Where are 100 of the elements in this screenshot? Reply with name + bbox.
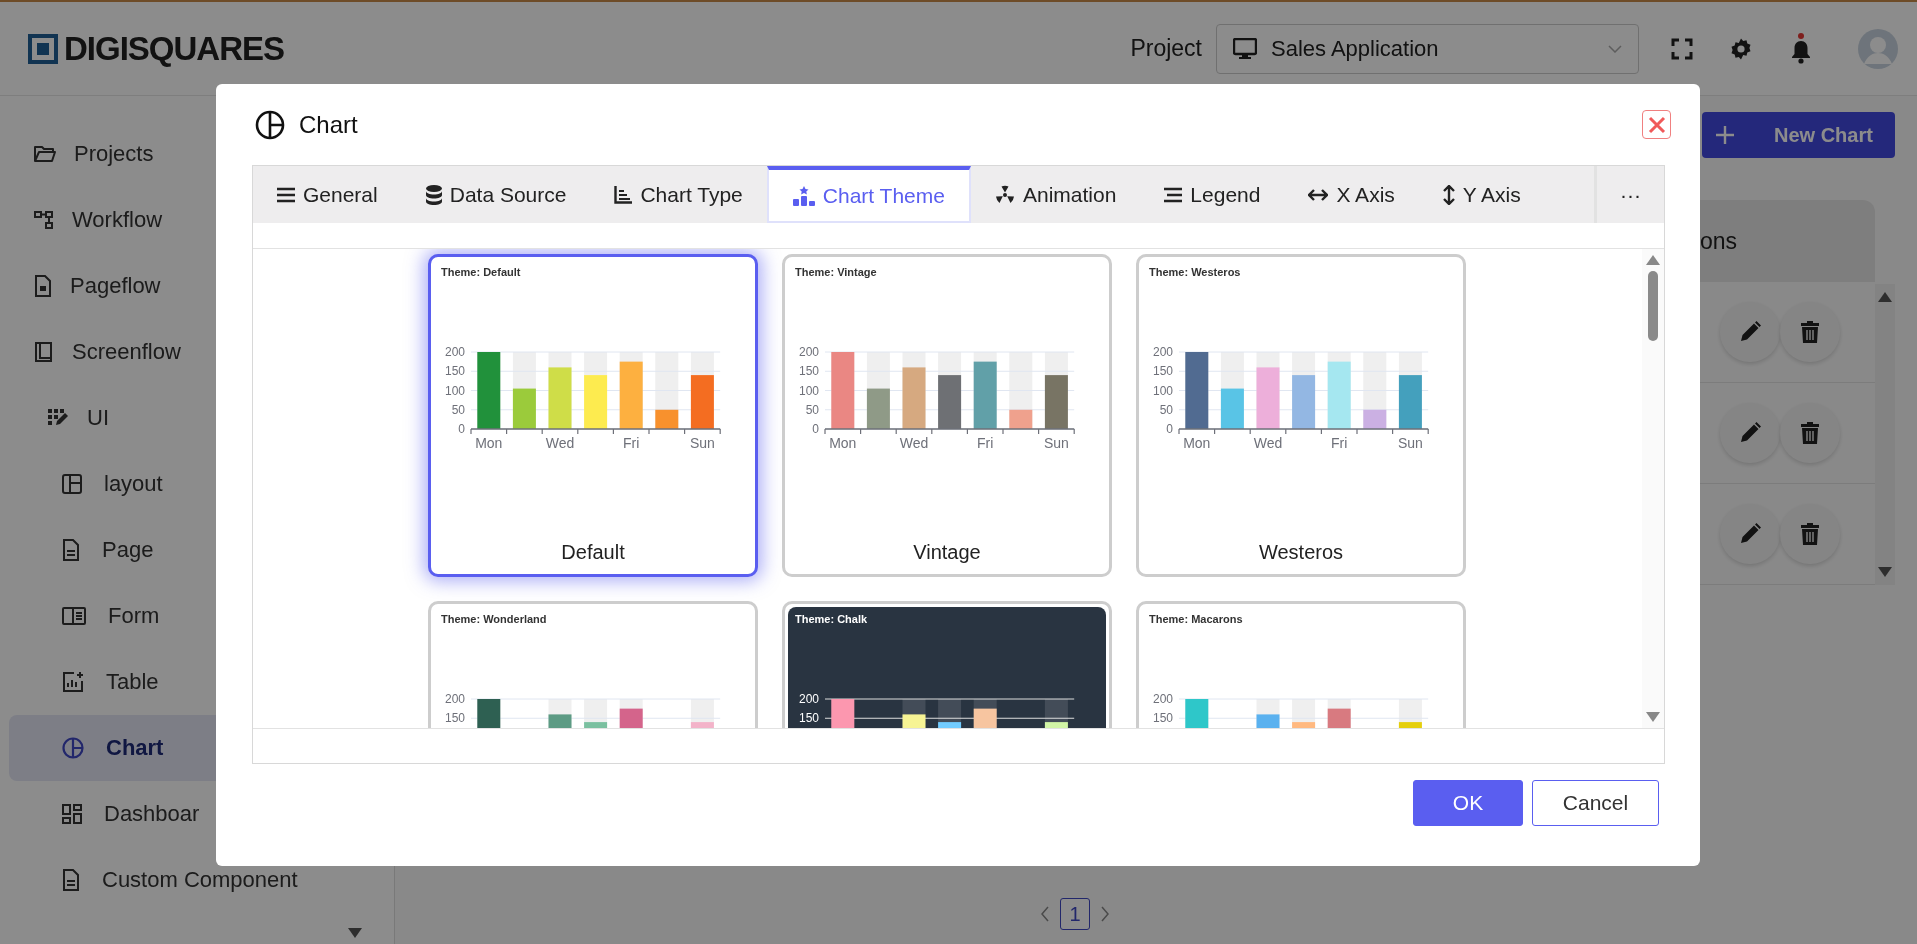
sidebar-item[interactable]: Dashboar — [9, 781, 394, 847]
chart-title: Theme: Vintage — [794, 265, 877, 278]
scrollbar[interactable] — [1875, 284, 1895, 585]
scrollbar[interactable] — [1642, 249, 1664, 728]
ok-button[interactable]: OK — [1413, 780, 1523, 826]
document-icon — [62, 539, 80, 561]
axis-label: 150 — [444, 711, 465, 726]
delete-button[interactable] — [1780, 403, 1840, 464]
sidebar-item[interactable]: Page — [9, 517, 394, 583]
axis-label: 150 — [1152, 364, 1173, 379]
edit-button[interactable] — [1720, 302, 1780, 363]
sidebar-item[interactable]: Form — [9, 583, 394, 649]
sidebar-item[interactable]: UI — [9, 385, 394, 451]
project-select[interactable]: Sales Application — [1216, 23, 1639, 74]
edit-button[interactable] — [1720, 504, 1780, 565]
vertical-arrows-icon — [1442, 184, 1455, 205]
delete-button[interactable] — [1780, 504, 1840, 565]
axis-label: 150 — [798, 364, 819, 379]
axis-label: 200 — [798, 692, 819, 706]
theme-card[interactable]: Theme: Default 0 50 100 150 200 Mon Wed Fri Sun Default — [428, 254, 758, 577]
theme-name: Vintage — [913, 541, 981, 564]
axis-label: Mon — [1183, 435, 1211, 451]
axis-label: Wed — [899, 435, 929, 451]
chart-title: Theme: Wonderland — [440, 612, 547, 625]
chart-title: Theme: Macarons — [1148, 612, 1243, 625]
column-header: ons — [1700, 227, 1738, 255]
axis-label: Sun — [689, 435, 715, 451]
bell-icon[interactable] — [1789, 32, 1813, 65]
trash-icon — [1800, 523, 1820, 546]
pie-chart-icon — [62, 737, 84, 759]
tab[interactable]: Animation — [970, 166, 1141, 223]
tab[interactable]: X Axis — [1284, 166, 1419, 223]
horizontal-arrows-icon — [1308, 188, 1329, 201]
sidebar-item[interactable]: layout — [9, 451, 394, 517]
logo-text: DIGISQUARES — [64, 29, 285, 68]
axis-label: Sun — [1397, 435, 1423, 451]
close-icon — [1647, 115, 1666, 134]
tab[interactable]: Chart Type — [590, 166, 767, 223]
dashboard-icon — [62, 804, 82, 824]
axis-label: 150 — [444, 364, 465, 379]
settings-icon[interactable] — [1729, 36, 1753, 61]
edit-button[interactable] — [1720, 403, 1780, 464]
page-button[interactable]: 1 — [1060, 898, 1090, 930]
scroll-down-arrow-icon[interactable] — [348, 928, 362, 938]
chart-add-icon — [62, 671, 84, 693]
close-button[interactable] — [1642, 110, 1671, 139]
sidebar-item[interactable]: Table — [9, 649, 394, 715]
trash-icon — [1800, 321, 1820, 344]
scroll-down-arrow-icon[interactable] — [1646, 712, 1660, 722]
tab[interactable]: Chart Theme — [766, 166, 971, 223]
database-icon — [425, 184, 442, 205]
theme-name: Default — [561, 541, 625, 564]
axis-label: 200 — [444, 692, 465, 706]
tab[interactable]: General — [253, 166, 402, 223]
theme-card[interactable]: Theme: Macarons 150 200 — [1136, 601, 1466, 728]
fullscreen-icon[interactable] — [1671, 37, 1693, 60]
chart-title: Theme: Default — [440, 265, 521, 278]
document-icon — [62, 869, 80, 891]
chart-title: Theme: Westeros — [1148, 265, 1241, 278]
plus-icon — [1716, 126, 1734, 144]
cancel-button[interactable]: Cancel — [1532, 780, 1659, 826]
theme-card[interactable]: Theme: Westeros 0 50 100 150 200 Mon Wed Fri Sun Westeros — [1136, 254, 1466, 577]
axis-label: 200 — [444, 345, 465, 359]
scroll-thumb[interactable] — [1648, 271, 1658, 341]
axis-label: 100 — [1152, 383, 1173, 398]
previous-icon[interactable] — [1040, 906, 1050, 922]
tab[interactable]: ··· — [1594, 166, 1664, 223]
axis-label: 0 — [458, 422, 465, 436]
scroll-down-arrow-icon[interactable] — [1878, 567, 1892, 577]
pencil-icon — [1739, 422, 1761, 445]
folder-icon — [34, 145, 56, 163]
pie-chart-icon — [255, 109, 285, 140]
delete-button[interactable] — [1780, 302, 1840, 363]
monitor-icon — [1233, 37, 1257, 60]
theme-card[interactable]: Theme: Wonderland 150 200 — [428, 601, 758, 728]
grid-pencil-icon — [47, 408, 69, 428]
tab[interactable]: Data Source — [401, 166, 591, 223]
logo-icon — [28, 33, 58, 64]
axis-label: 100 — [444, 383, 465, 398]
flow-icon — [34, 210, 54, 230]
pencil-icon — [1739, 321, 1761, 344]
axis-label: Wed — [1253, 435, 1283, 451]
radiation-icon — [994, 184, 1015, 205]
axis-label: 0 — [1166, 422, 1173, 436]
axis-label: Mon — [475, 435, 503, 451]
sidebar-item[interactable]: Custom Component — [9, 847, 394, 913]
axis-label: Wed — [545, 435, 575, 451]
axis-label: 200 — [798, 345, 819, 359]
new-chart-button[interactable]: New Chart — [1702, 112, 1895, 158]
tab[interactable]: Y Axis — [1418, 166, 1545, 223]
sidebar-item[interactable]: Screenflow — [9, 319, 394, 385]
tab[interactable]: Legend — [1140, 166, 1285, 223]
scroll-up-arrow-icon[interactable] — [1878, 292, 1892, 302]
next-icon[interactable] — [1100, 906, 1110, 922]
sidebar-item[interactable]: Pageflow — [9, 253, 394, 319]
axis-label: 50 — [805, 402, 819, 417]
theme-card[interactable]: Theme: Vintage 0 50 100 150 200 Mon Wed Fri Sun Vintage — [782, 254, 1112, 577]
scroll-up-arrow-icon[interactable] — [1646, 255, 1660, 265]
project-label: Project — [1130, 35, 1202, 62]
theme-card[interactable]: Theme: Chalk 150 200 — [782, 601, 1112, 728]
